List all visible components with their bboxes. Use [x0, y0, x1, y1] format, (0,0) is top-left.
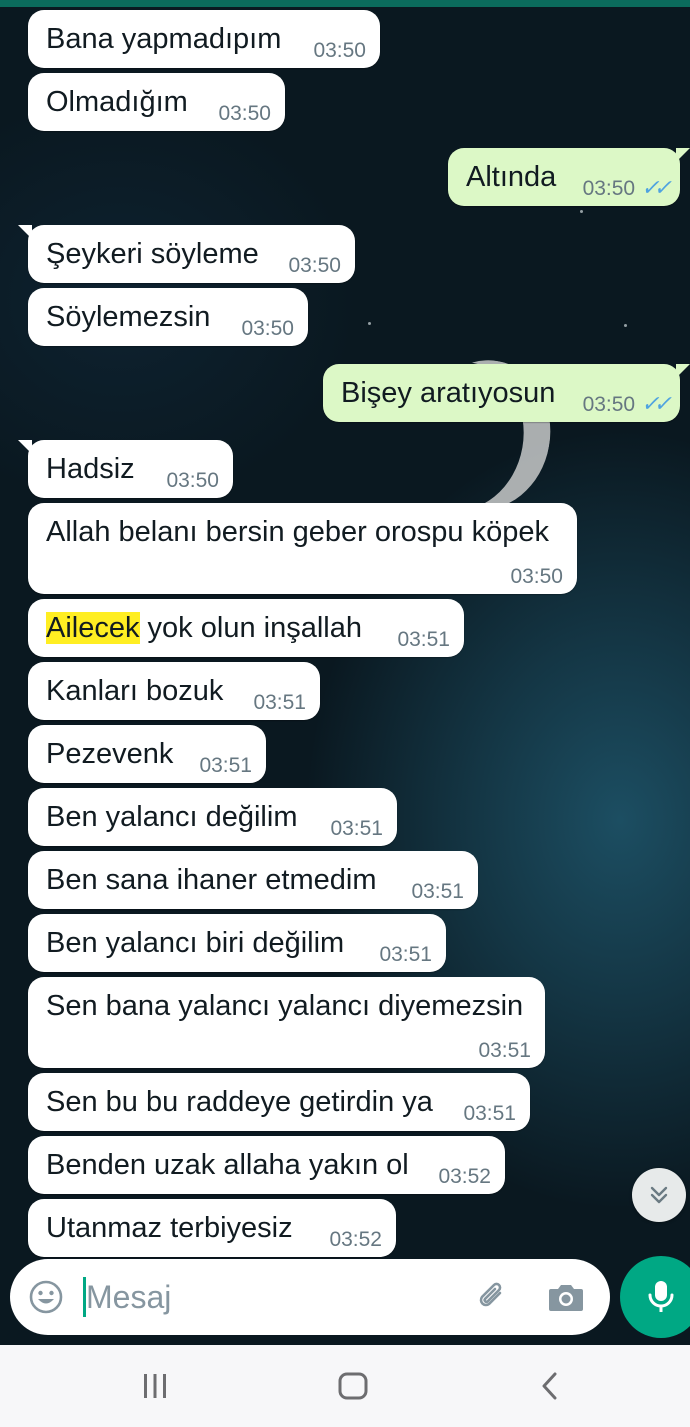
message-time: 03:51: [253, 691, 306, 714]
message-text: Şeykeri söyleme: [46, 238, 259, 270]
message-text: Ben yalancı biri değilim: [46, 927, 345, 959]
message-bubble[interactable]: Sen bana yalancı yalancı diyemezsin 03:5…: [28, 977, 545, 1068]
message-bubble[interactable]: Ben sana ihaner etmedim 03:51: [28, 851, 478, 909]
message-text: Söylemezsin: [46, 301, 211, 333]
message-bubble[interactable]: Utanmaz terbiyesiz 03:52: [28, 1199, 396, 1257]
message-text: Allah belanı bersin geber orospu köpek: [46, 516, 549, 548]
message-text: Pezevenk: [46, 738, 174, 770]
message-time: 03:50: [288, 254, 341, 277]
message-time: 03:52: [329, 1228, 382, 1251]
message-text: Ben sana ihaner etmedim: [46, 864, 377, 896]
message-meta: 03:50 ✓✓: [582, 175, 672, 200]
emoji-icon: [29, 1280, 63, 1314]
microphone-icon: [648, 1281, 674, 1312]
message-time: 03:50: [218, 102, 271, 125]
scroll-to-bottom-button[interactable]: [632, 1168, 686, 1222]
message-bubble[interactable]: Pezevenk 03:51: [28, 725, 266, 783]
highlighted-text: Ailecek: [46, 612, 140, 644]
message-text: Olmadığım: [46, 86, 188, 118]
double-check-icon: ✓✓: [641, 175, 672, 200]
message-bubble[interactable]: Ben yalancı biri değilim 03:51: [28, 914, 446, 972]
message-text: yok olun inşallah: [139, 612, 362, 644]
back-icon: [542, 1372, 557, 1400]
message-text: Sen bu bu raddeye getirdin ya: [46, 1086, 433, 1118]
message-bubble[interactable]: Ailecek yok olun inşallah 03:51: [28, 599, 464, 657]
message-bubble[interactable]: Şeykeri söyleme 03:50: [18, 225, 355, 283]
back-button[interactable]: [538, 1371, 562, 1406]
message-time: 03:50: [582, 177, 636, 200]
message-text: Utanmaz terbiyesiz: [46, 1212, 293, 1244]
message-text: Bişey aratıyosun: [341, 377, 556, 409]
message-time: 03:51: [478, 1039, 531, 1062]
message-time: 03:50: [166, 469, 219, 492]
message-time: 03:51: [411, 880, 464, 903]
message-bubble[interactable]: Sen bu bu raddeye getirdin ya 03:51: [28, 1073, 530, 1131]
message-text: Benden uzak allaha yakın ol: [46, 1149, 409, 1181]
message-time: 03:50: [510, 565, 563, 588]
attach-button[interactable]: [472, 1277, 512, 1322]
message-bubble[interactable]: Olmadığım 03:50: [28, 73, 285, 131]
camera-button[interactable]: [547, 1279, 585, 1320]
message-bubble[interactable]: Benden uzak allaha yakın ol 03:52: [28, 1136, 505, 1194]
message-bubble[interactable]: Allah belanı bersin geber orospu köpek 0…: [28, 503, 577, 594]
home-button[interactable]: [337, 1371, 369, 1406]
message-time: 03:50: [241, 317, 294, 340]
star-decoration: [624, 324, 627, 327]
message-time: 03:50: [313, 39, 366, 62]
message-time: 03:51: [199, 754, 252, 777]
message-bubble[interactable]: Söylemezsin 03:50: [28, 288, 308, 346]
message-bubble[interactable]: Bana yapmadıpım 03:50: [28, 10, 380, 68]
paperclip-icon: [479, 1282, 502, 1307]
star-decoration: [368, 322, 371, 325]
message-time: 03:51: [463, 1102, 516, 1125]
message-time: 03:51: [330, 817, 383, 840]
message-bubble-outgoing[interactable]: Bişey aratıyosun 03:50 ✓✓: [323, 364, 690, 422]
message-text: Kanları bozuk: [46, 675, 224, 707]
message-input[interactable]: Mesaj: [86, 1278, 171, 1316]
message-text: Hadsiz: [46, 453, 135, 485]
message-text: Sen bana yalancı yalancı diyemezsin: [46, 990, 524, 1022]
recent-apps-icon: [144, 1374, 166, 1398]
home-icon: [338, 1372, 368, 1400]
message-time: 03:50: [582, 393, 636, 416]
message-text: Altında: [466, 161, 557, 193]
message-bubble[interactable]: Hadsiz 03:50: [18, 440, 233, 498]
system-navigation-bar: [0, 1345, 690, 1427]
app-bar-edge: [0, 0, 690, 7]
message-composer[interactable]: Mesaj: [10, 1259, 610, 1335]
message-time: 03:51: [379, 943, 432, 966]
double-check-icon: ✓✓: [641, 391, 672, 416]
message-text: Bana yapmadıpım: [46, 23, 282, 55]
message-time: 03:51: [397, 628, 450, 651]
double-chevron-down-icon: [650, 1186, 668, 1204]
message-time: 03:52: [438, 1165, 491, 1188]
message-meta: 03:50 ✓✓: [582, 391, 672, 416]
emoji-button[interactable]: [28, 1279, 64, 1320]
message-text: Ben yalancı değilim: [46, 801, 298, 833]
message-bubble-outgoing[interactable]: Altında 03:50 ✓✓: [448, 148, 690, 206]
recent-apps-button[interactable]: [140, 1371, 170, 1406]
message-bubble[interactable]: Kanları bozuk 03:51: [28, 662, 320, 720]
star-decoration: [580, 210, 583, 213]
camera-icon: [549, 1285, 583, 1311]
message-bubble[interactable]: Ben yalancı değilim 03:51: [28, 788, 397, 846]
